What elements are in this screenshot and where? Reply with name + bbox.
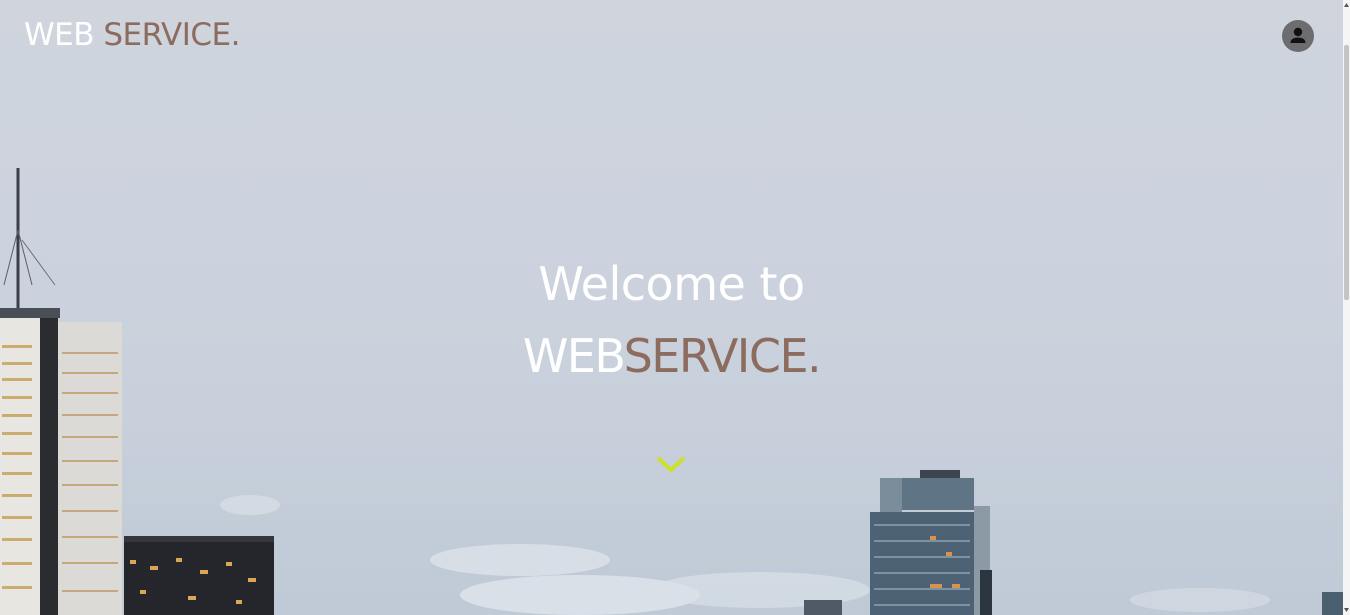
chevron-down-icon: [656, 456, 686, 473]
brand-web-text: WEB: [522, 329, 625, 383]
welcome-heading: Welcome to: [538, 257, 805, 311]
vertical-scrollbar[interactable]: [1343, 0, 1350, 615]
scrollbar-thumb[interactable]: [1344, 45, 1349, 300]
page: WEB SERVICE. Welcome to WEBSERVICE.: [0, 0, 1350, 615]
logo-web-text: WEB: [24, 17, 95, 53]
brand-heading: WEBSERVICE.: [0, 327, 1343, 385]
site-logo[interactable]: WEB SERVICE.: [24, 16, 240, 54]
scroll-down-arrow-icon[interactable]: [1343, 605, 1350, 615]
account-button[interactable]: [1282, 20, 1314, 52]
scroll-down-button[interactable]: [655, 454, 687, 476]
logo-service-text: SERVICE.: [103, 17, 240, 53]
scroll-up-arrow-icon[interactable]: [1343, 0, 1350, 10]
account-icon: [1290, 27, 1306, 43]
hero-section: WEB SERVICE. Welcome to WEBSERVICE.: [0, 0, 1343, 615]
brand-service-text: SERVICE.: [623, 329, 822, 383]
